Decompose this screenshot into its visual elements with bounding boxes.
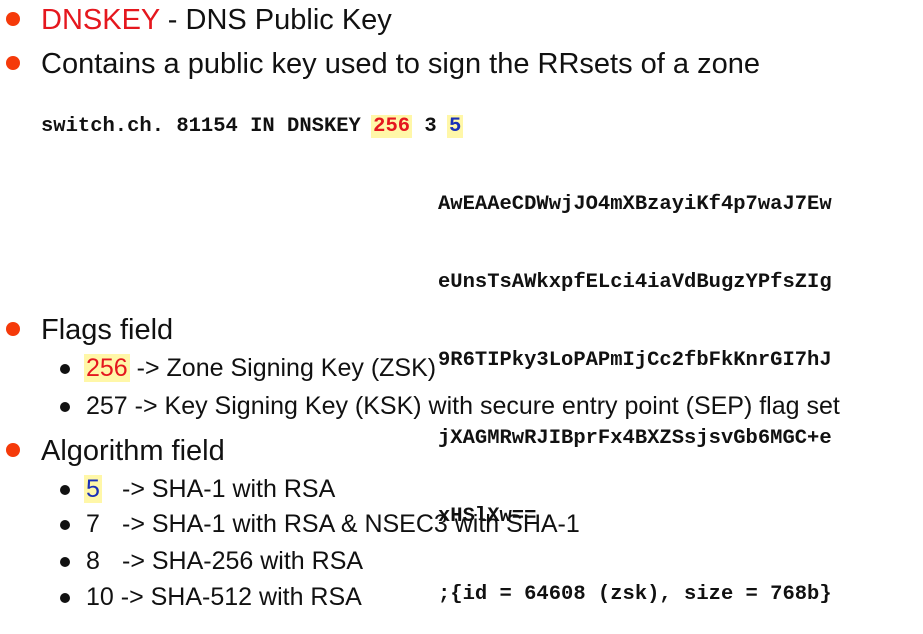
flags-description: -> Zone Signing Key (ZSK): [129, 354, 437, 382]
flags-value-257: 257: [86, 392, 128, 420]
record-protocol-value: 3: [424, 115, 437, 138]
bullet-dnskey: DNSKEY - DNS Public Key: [0, 0, 923, 40]
algorithm-value-5: 5: [84, 475, 102, 503]
record-prefix: switch.ch. 81154 IN DNSKEY: [41, 115, 374, 138]
flags-item-text: 256 -> Zone Signing Key (ZSK): [84, 351, 437, 385]
algorithm-description: -> SHA-1 with RSA & NSEC3 with SHA-1: [122, 510, 580, 538]
bullet-algorithm-field: Algorithm field: [0, 431, 923, 471]
flags-field-title: Flags field: [41, 314, 174, 346]
algorithm-field-title: Algorithm field: [41, 435, 225, 467]
algorithm-value-10: 10: [86, 583, 114, 611]
algorithm-item-10: 10 -> SHA-512 with RSA: [0, 580, 923, 614]
flags-item-zsk: 256 -> Zone Signing Key (ZSK): [0, 351, 923, 385]
sub-bullet-dot-icon: [60, 557, 70, 567]
sub-bullet-dot-icon: [60, 402, 70, 412]
slide: { "bullets_top": [ { "keyword": "DNSKEY"…: [0, 0, 923, 612]
algorithm-item-text: 7 -> SHA-1 with RSA & NSEC3 with SHA-1: [86, 507, 580, 541]
bullet-dot-icon: [6, 56, 20, 70]
flags-item-text: 257 -> Key Signing Key (KSK) with secure…: [86, 389, 840, 423]
bullet-flags-field: Flags field: [0, 310, 923, 350]
sub-bullet-dot-icon: [60, 520, 70, 530]
algorithm-item-8: 8 -> SHA-256 with RSA: [0, 544, 923, 578]
flags-item-ksk: 257 -> Key Signing Key (KSK) with secure…: [0, 389, 923, 423]
bullet-text: Contains a public key used to sign the R…: [41, 48, 760, 80]
dnskey-description: - DNS Public Key: [159, 4, 392, 36]
algorithm-item-text: 5 -> SHA-1 with RSA: [84, 472, 336, 506]
flags-description: -> Key Signing Key (KSK) with secure ent…: [127, 392, 840, 420]
sub-bullet-dot-icon: [60, 593, 70, 603]
key-line: eUnsTsAWkxpfELci4iaVdBugzYPfsZIg: [438, 271, 832, 294]
record-algorithm-value: 5: [447, 115, 464, 138]
bullet-contains-public-key: Contains a public key used to sign the R…: [0, 44, 923, 84]
algorithm-item-text: 10 -> SHA-512 with RSA: [86, 580, 362, 614]
algorithm-value-8: 8: [86, 547, 100, 575]
flags-value-256: 256: [84, 354, 130, 382]
key-line: AwEAAeCDWwjJO4mXBzayiKf4p7waJ7Ew: [438, 193, 832, 216]
sub-bullet-dot-icon: [60, 485, 70, 495]
algorithm-description: -> SHA-256 with RSA: [122, 547, 364, 575]
dnskey-keyword: DNSKEY: [41, 4, 160, 36]
record-flags-value: 256: [371, 115, 413, 138]
bullet-dot-icon: [6, 12, 20, 26]
bullet-text: DNSKEY - DNS Public Key: [41, 0, 392, 40]
bullet-dot-icon: [6, 443, 20, 457]
algorithm-item-7: 7 -> SHA-1 with RSA & NSEC3 with SHA-1: [0, 507, 923, 541]
bullet-dot-icon: [6, 322, 20, 336]
algorithm-item-5: 5 -> SHA-1 with RSA: [0, 472, 923, 506]
algorithm-description: -> SHA-1 with RSA: [122, 475, 336, 503]
sub-bullet-dot-icon: [60, 364, 70, 374]
algorithm-item-text: 8 -> SHA-256 with RSA: [86, 544, 363, 578]
algorithm-value-7: 7: [86, 510, 100, 538]
dnskey-record-line: switch.ch. 81154 IN DNSKEY 256 3 5: [41, 114, 464, 140]
algorithm-description: -> SHA-512 with RSA: [120, 583, 362, 611]
